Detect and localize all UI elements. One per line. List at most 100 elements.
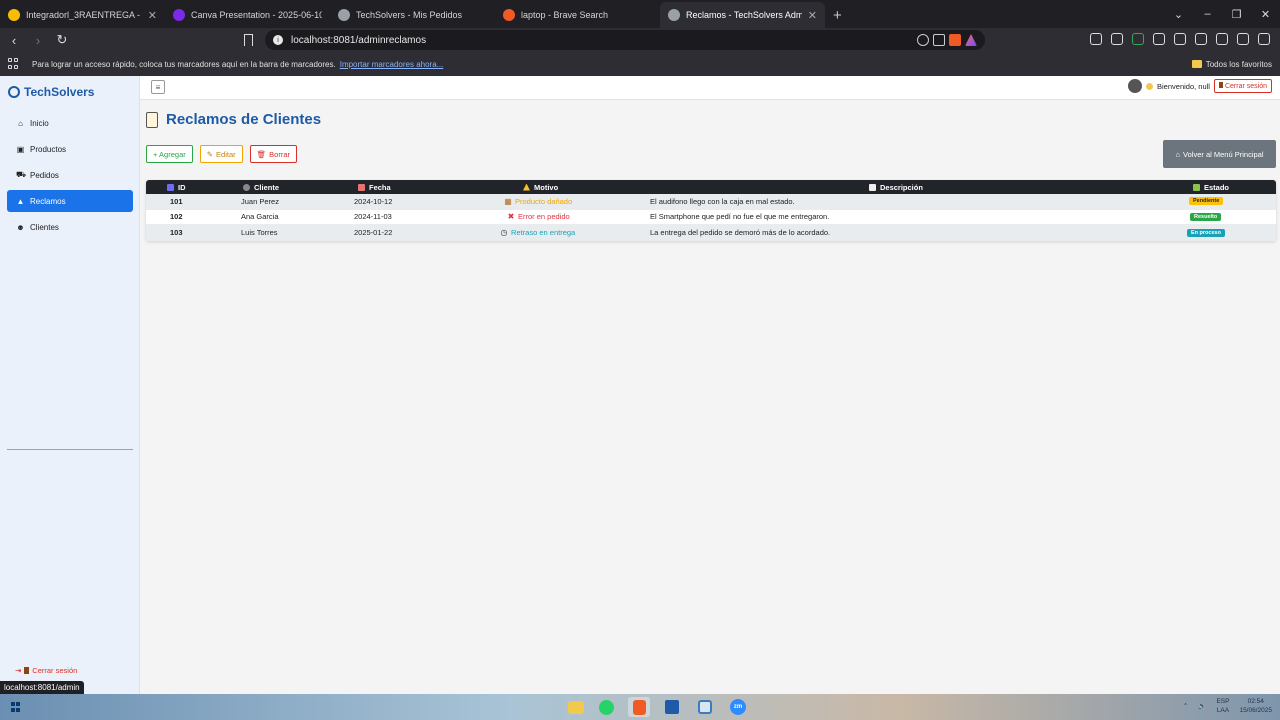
all-favorites[interactable]: Todos los favoritos <box>1191 60 1272 69</box>
cell-estado: Pendiente <box>1189 194 1224 209</box>
action-buttons: + Agregar ✎ Editar 🗑 Borrar <box>146 145 297 163</box>
page-title-text: Reclamos de Clientes <box>166 111 322 128</box>
brand[interactable]: TechSolvers <box>8 85 94 99</box>
apps-icon[interactable] <box>8 58 20 70</box>
close-icon[interactable]: ✕ <box>808 9 817 22</box>
status-badge: Resuelto <box>1190 212 1222 221</box>
sidebar-item-productos[interactable]: ▣ Productos <box>7 138 133 160</box>
import-bookmarks-link[interactable]: Importar marcadores ahora... <box>340 60 444 69</box>
new-tab-button[interactable]: + <box>833 2 842 28</box>
brave-browser-icon[interactable] <box>628 697 650 717</box>
logout-button[interactable]: Cerrar sesión <box>1213 79 1272 93</box>
sidebar-item-clientes[interactable]: ☻ Clientes <box>7 216 133 238</box>
leo-icon[interactable] <box>1216 33 1228 45</box>
warning-icon: ▲ <box>16 196 25 206</box>
zoom-app-icon[interactable]: zm <box>727 697 749 717</box>
folder-icon <box>1191 60 1202 68</box>
trash-icon: 🗑 <box>256 149 267 159</box>
forward-button[interactable]: › <box>28 33 48 48</box>
sidebar-item-pedidos[interactable]: ⛟ Pedidos <box>7 164 133 186</box>
cell-id: 101 <box>170 196 183 206</box>
minimize-button[interactable]: – <box>1193 8 1222 20</box>
browser-tab[interactable]: laptop - Brave Search <box>495 2 660 28</box>
date: 15/06/2025 <box>1239 707 1272 714</box>
whatsapp-icon[interactable] <box>595 697 617 717</box>
zoom-icon[interactable] <box>917 34 929 46</box>
sidebar-divider <box>7 449 133 450</box>
browser-tab[interactable]: Canva Presentation - 2025-06-10 10: <box>165 2 330 28</box>
brave-shields-icon[interactable] <box>949 34 961 46</box>
table-row[interactable]: 101 Juan Perez 2024-10-12 ▦ Producto dañ… <box>146 194 1276 210</box>
table-row[interactable]: 102 Ana Garcia 2024-11-03 ✖ Error en ped… <box>146 210 1276 225</box>
user-icon <box>243 183 250 191</box>
puzzle-icon[interactable] <box>1153 33 1165 45</box>
language-indicator[interactable]: ESP LAA <box>1216 697 1229 715</box>
sidebar-item-inicio[interactable]: ⌂ Inicio <box>7 112 133 134</box>
extensions-area <box>1090 33 1270 45</box>
close-icon[interactable]: ✕ <box>148 9 157 22</box>
welcome-text: Bienvenido, null <box>1157 81 1210 91</box>
reload-button[interactable]: ↻ <box>52 32 72 48</box>
clock[interactable]: 02:54 15/06/2025 <box>1239 697 1272 715</box>
sidebar-logout-link[interactable]: ⇥ Cerrar sesión <box>15 666 77 675</box>
sidebar-item-reclamos[interactable]: ▲ Reclamos <box>7 190 133 212</box>
sidebar-icon[interactable] <box>1174 33 1186 45</box>
time: 02:54 <box>1247 698 1264 705</box>
vscode-icon[interactable] <box>661 697 683 717</box>
door-icon <box>1218 82 1223 88</box>
logout-icon: ⇥ <box>15 666 22 675</box>
back-button[interactable]: ‹ <box>4 33 24 48</box>
header-id: ID <box>167 180 186 194</box>
chevron-up-icon[interactable]: ⌃ <box>1183 702 1188 710</box>
url-field[interactable]: i localhost:8081/adminreclamos <box>265 30 985 50</box>
browser-tab[interactable]: TechSolvers - Mis Pedidos <box>330 2 495 28</box>
boxes-icon: ▣ <box>16 144 25 154</box>
sidebar-toggle-button[interactable]: ≡ <box>151 80 165 94</box>
edit-button[interactable]: ✎ Editar <box>199 145 243 163</box>
cell-motivo: ▦ Producto dañado <box>504 194 572 209</box>
chevron-down-icon[interactable]: ⌄ <box>1164 8 1193 21</box>
vpn-icon[interactable] <box>1237 33 1249 45</box>
share-icon[interactable] <box>933 34 945 46</box>
table-header: ID Cliente Fecha Motivo Descripción Esta… <box>146 180 1276 194</box>
add-button[interactable]: + Agregar <box>146 145 193 163</box>
extension-icon[interactable] <box>1090 33 1102 45</box>
url-text: localhost:8081/adminreclamos <box>291 34 427 46</box>
chip-icon <box>8 86 20 98</box>
clock-icon: ◷ <box>500 228 508 238</box>
hand-wave-icon <box>1146 82 1154 90</box>
bookmark-icon[interactable] <box>244 34 253 46</box>
browser-tab[interactable]: Integradorl_3RAENTREGA - Goo ✕ <box>0 2 165 28</box>
extension-icon[interactable] <box>1132 33 1144 45</box>
language-code: ESP <box>1216 698 1230 705</box>
cell-motivo: ✖ Error en pedido <box>507 210 570 225</box>
app-icon[interactable] <box>694 697 716 717</box>
maximize-button[interactable]: ❐ <box>1222 8 1251 21</box>
wallet-icon[interactable] <box>1195 33 1207 45</box>
browser-tab-active[interactable]: Reclamos - TechSolvers Admin ✕ <box>660 2 825 28</box>
info-icon[interactable]: i <box>273 35 283 45</box>
extension-icon[interactable] <box>1111 33 1123 45</box>
window-controls: ⌄ – ❐ ✕ <box>1164 0 1280 28</box>
tab-title: Canva Presentation - 2025-06-10 10: <box>191 10 322 20</box>
door-icon <box>24 667 30 674</box>
windows-start-button[interactable] <box>11 702 21 712</box>
back-to-menu-button[interactable]: ⌂ Volver al Menú Principal <box>1163 140 1276 168</box>
motivo-text: Error en pedido <box>518 212 570 222</box>
header-label: Fecha <box>369 182 391 192</box>
tab-title: Integradorl_3RAENTREGA - Goo <box>26 10 142 20</box>
close-window-button[interactable]: ✕ <box>1251 8 1280 21</box>
table-row[interactable]: 103 Luis Torres 2025-01-22 ◷ Retraso en … <box>146 225 1276 241</box>
delete-button[interactable]: 🗑 Borrar <box>249 145 297 163</box>
sidebar-item-label: Pedidos <box>30 170 59 180</box>
clipboard-icon <box>146 111 158 128</box>
brave-rewards-icon[interactable] <box>965 34 977 46</box>
file-explorer-icon[interactable] <box>568 701 584 714</box>
menu-icon[interactable] <box>1258 33 1270 45</box>
pencil-icon: ✎ <box>206 149 214 159</box>
volume-icon[interactable]: 🔈 <box>1198 702 1206 710</box>
cell-descripcion: El Smartphone que pedí no fue el que me … <box>650 212 830 222</box>
header-descripcion: Descripción <box>869 180 923 194</box>
sidebar: TechSolvers ⌂ Inicio ▣ Productos ⛟ Pedid… <box>0 76 140 694</box>
cell-estado: Resuelto <box>1190 210 1222 225</box>
